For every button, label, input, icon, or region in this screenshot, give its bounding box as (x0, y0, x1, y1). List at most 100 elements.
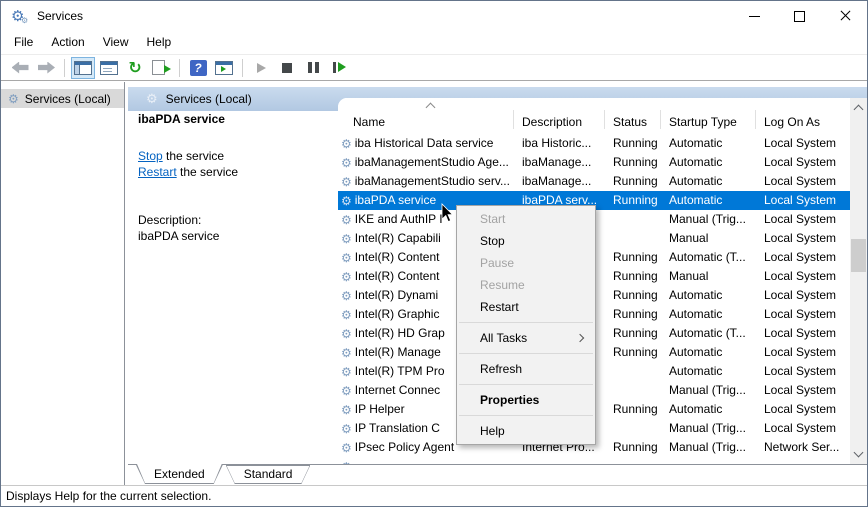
minimize-button[interactable] (732, 1, 777, 31)
scroll-up-icon[interactable] (854, 105, 864, 115)
column-separator[interactable] (660, 110, 661, 129)
context-menu-item-properties[interactable]: Properties (457, 389, 595, 411)
scrollbar-thumb[interactable] (851, 239, 866, 272)
cell-status: Running (604, 172, 660, 191)
vertical-scrollbar[interactable] (850, 98, 867, 464)
restart-service-link[interactable]: Restart (138, 165, 177, 179)
column-header-status[interactable]: Status (613, 115, 647, 129)
column-header-startup-type[interactable]: Startup Type (669, 115, 737, 129)
cell-logon: Local System (755, 362, 850, 381)
cell-status (604, 229, 660, 248)
extended-view-icon[interactable] (212, 57, 236, 79)
cell-status: Running (604, 267, 660, 286)
status-text: Displays Help for the current selection. (6, 489, 211, 503)
stop-service-link[interactable]: Stop (138, 149, 163, 163)
menu-help[interactable]: Help (138, 31, 181, 54)
banner-title: Services (Local) (166, 92, 252, 106)
menu-separator (459, 322, 593, 323)
back-glyph (12, 62, 29, 74)
pause-service-icon[interactable] (301, 57, 325, 79)
export-list-icon[interactable] (149, 57, 173, 79)
forward-icon[interactable] (34, 57, 58, 79)
context-menu-item-help[interactable]: Help (457, 420, 595, 442)
toolbar-separator (242, 59, 243, 77)
context-menu-item-resume[interactable]: Resume (457, 274, 595, 296)
cell-startup: Manual (Trig... (660, 210, 755, 229)
menu-item-label: Resume (480, 278, 525, 292)
cell-startup: Automatic (T... (660, 248, 755, 267)
cell-startup: Automatic (660, 305, 755, 324)
column-header-name[interactable]: Name (353, 115, 385, 129)
show-console-tree-glyph (74, 61, 92, 75)
cell-logon: Network Ser... (755, 438, 850, 457)
cell-logon: Local System (755, 267, 850, 286)
column-separator[interactable] (604, 110, 605, 129)
close-button[interactable] (822, 1, 867, 31)
service-action-links: Stop the service Restart the service (138, 148, 238, 180)
service-gear-icon (341, 328, 352, 340)
context-menu-item-refresh[interactable]: Refresh (457, 358, 595, 380)
service-gear-icon (341, 195, 352, 207)
cell-logon: Local System (755, 172, 850, 191)
tab-extended[interactable]: Extended (136, 465, 223, 484)
export-list-glyph (152, 60, 165, 75)
status-bar: Displays Help for the current selection. (1, 485, 867, 506)
cell-logon: Local System (755, 305, 850, 324)
show-console-tree-icon[interactable] (71, 57, 95, 79)
table-row[interactable]: ibaManagementStudio serv...ibaManage...R… (338, 172, 850, 191)
tab-extended-label: Extended (136, 465, 223, 483)
service-gear-icon (341, 385, 352, 397)
restart-service-icon[interactable] (327, 57, 351, 79)
scroll-down-icon[interactable] (854, 448, 864, 458)
table-row[interactable]: iba Historical Data serviceiba Historic.… (338, 134, 850, 153)
menu-item-label: Restart (480, 300, 519, 314)
cell-logon: Local System (755, 419, 850, 438)
cell-startup: Automatic (T... (660, 324, 755, 343)
cell-status: Running (604, 324, 660, 343)
column-separator[interactable] (513, 110, 514, 129)
tree-item-services-local[interactable]: Services (Local) (1, 89, 124, 108)
cell-startup: Automatic (660, 172, 755, 191)
context-menu-item-restart[interactable]: Restart (457, 296, 595, 318)
cell-logon: Local System (755, 153, 850, 172)
menu-bar: File Action View Help (1, 31, 867, 54)
cell-logon: Local System (755, 381, 850, 400)
menu-view[interactable]: View (94, 31, 138, 54)
column-header-description[interactable]: Description (522, 115, 582, 129)
cell-logon: Local System (755, 210, 850, 229)
column-separator[interactable] (755, 110, 756, 129)
cell-status: Running (604, 153, 660, 172)
cell-startup: Manual (Trig... (660, 381, 755, 400)
maximize-button[interactable] (777, 1, 822, 31)
service-gear-icon (341, 157, 352, 169)
description-value: ibaPDA service (138, 229, 219, 243)
back-icon[interactable] (8, 57, 32, 79)
pause-service-glyph (308, 62, 319, 73)
stop-service-glyph (282, 63, 292, 73)
cell-status (604, 362, 660, 381)
start-service-icon[interactable] (249, 57, 273, 79)
menu-file[interactable]: File (5, 31, 42, 54)
properties-glyph (100, 61, 118, 75)
table-row[interactable]: ibaManagementStudio Age...ibaManage...Ru… (338, 153, 850, 172)
context-menu-item-start[interactable]: Start (457, 208, 595, 230)
menu-action[interactable]: Action (42, 31, 93, 54)
service-gear-icon (341, 309, 352, 321)
refresh-icon[interactable] (123, 57, 147, 79)
cell-status: Running (604, 134, 660, 153)
context-menu-item-pause[interactable]: Pause (457, 252, 595, 274)
context-menu-item-all-tasks[interactable]: All Tasks (457, 327, 595, 349)
properties-icon[interactable] (97, 57, 121, 79)
services-window: Services File Action View Help Services … (0, 0, 868, 507)
service-gear-icon (341, 271, 352, 283)
stop-service-icon[interactable] (275, 57, 299, 79)
menu-item-label: Stop (480, 234, 505, 248)
column-header-log-on-as[interactable]: Log On As (764, 115, 820, 129)
table-row[interactable] (338, 457, 850, 464)
context-menu-item-stop[interactable]: Stop (457, 230, 595, 252)
tab-standard[interactable]: Standard (226, 465, 311, 484)
menu-item-label: Start (480, 212, 505, 226)
help-icon[interactable] (186, 57, 210, 79)
toolbar-separator (64, 59, 65, 77)
tree-item-label: Services (Local) (25, 92, 111, 106)
